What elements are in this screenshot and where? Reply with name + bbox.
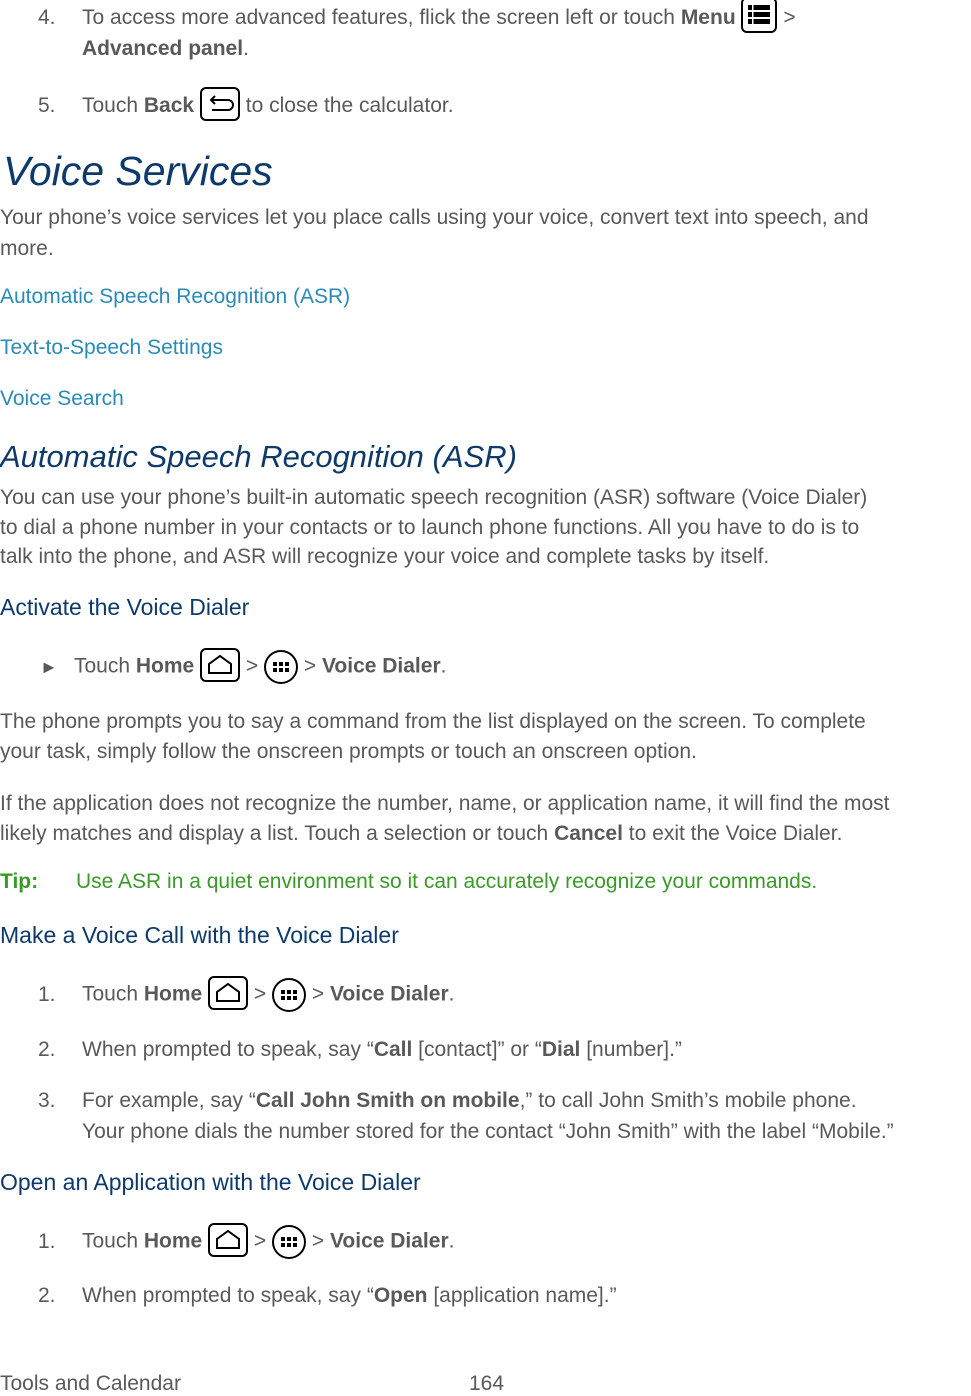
apps-icon — [264, 650, 299, 684]
home-label: Home — [143, 1229, 203, 1253]
step-number: 5. — [38, 94, 56, 117]
open-app-heading: Open an Application with the Voice Diale… — [0, 1169, 421, 1195]
back-label: Back — [143, 94, 195, 117]
asr-para-line-2: to dial a phone number in your contacts … — [0, 516, 860, 539]
activate-para2-line-2: likely matches and display a list. Touch… — [0, 822, 843, 845]
home-icon — [208, 976, 249, 1010]
step-number: 1. — [38, 1229, 56, 1253]
dial-label: Dial — [541, 1038, 581, 1061]
apps-icon — [272, 1225, 307, 1259]
voice-call-heading: Make a Voice Call with the Voice Dialer — [0, 922, 399, 948]
home-icon — [200, 648, 241, 682]
home-label: Home — [135, 654, 195, 678]
step-number: 2. — [38, 1284, 56, 1307]
step-number: 3. — [38, 1089, 56, 1112]
voice-call-step-1: 1. Touch Home > > Voice Dialer. — [38, 976, 454, 1012]
step-number: 4. — [38, 6, 56, 29]
tip-text: Use ASR in a quiet environment so it can… — [76, 870, 818, 893]
voice-dialer-label: Voice Dialer — [329, 1229, 449, 1253]
activate-para1-line-2: your task, simply follow the onscreen pr… — [0, 740, 697, 763]
activate-step: ► Touch Home > > Voice Dialer. — [40, 648, 446, 684]
menu-icon — [741, 0, 778, 34]
open-label: Open — [373, 1284, 428, 1307]
step-4-continued: Advanced panel. — [82, 37, 249, 60]
advanced-panel-label: Advanced panel — [82, 37, 244, 60]
link-asr[interactable]: Automatic Speech Recognition (ASR) — [0, 285, 350, 309]
link-text-to-speech-settings[interactable]: Text-to-Speech Settings — [0, 336, 223, 360]
activate-para1-line-1: The phone prompts you to say a command f… — [0, 710, 866, 733]
apps-icon — [272, 978, 307, 1012]
open-app-step-1: 1. Touch Home > > Voice Dialer. — [38, 1223, 454, 1259]
voice-services-title: Voice Services — [3, 148, 273, 194]
voice-call-step-2: 2. When prompted to speak, say “Call [con… — [38, 1034, 682, 1065]
asr-title: Automatic Speech Recognition (ASR) — [0, 439, 517, 474]
tip-label: Tip: — [0, 870, 39, 893]
activate-para2-line-1: If the application does not recognize th… — [0, 792, 890, 815]
footer-section: Tools and Calendar — [0, 1372, 181, 1395]
menu-label: Menu — [680, 6, 736, 29]
back-icon — [199, 87, 240, 122]
home-icon — [208, 1223, 249, 1257]
activate-heading: Activate the Voice Dialer — [0, 594, 250, 620]
voice-services-intro-line-1: Your phone’s voice services let you plac… — [0, 206, 869, 229]
example-label: Call John Smith on mobile — [255, 1089, 520, 1112]
footer-page-number: 164 — [469, 1372, 505, 1395]
step-5: 5. Touch Back to close the calculator. — [38, 87, 454, 122]
step-4: 4. To access more advanced features, flic… — [38, 0, 796, 34]
voice-dialer-label: Voice Dialer — [321, 654, 441, 678]
open-app-step-2: 2. When prompted to speak, say “Open [app… — [38, 1280, 617, 1311]
home-label: Home — [143, 982, 203, 1006]
voice-services-intro-line-2: more. — [0, 237, 54, 260]
step-number: 1. — [38, 982, 56, 1006]
asr-para-line-1: You can use your phone’s built-in automa… — [0, 486, 868, 509]
tip: Tip: Use ASR in a quiet environment so it… — [0, 870, 817, 894]
call-label: Call — [373, 1038, 413, 1061]
step-number: 2. — [38, 1038, 56, 1061]
bullet-arrow-icon: ► — [40, 656, 58, 677]
asr-para-line-3: talk into the phone, and ASR will recogn… — [0, 545, 770, 568]
voice-call-step-3-line-2: Your phone dials the number stored for t… — [82, 1120, 894, 1143]
cancel-label: Cancel — [554, 822, 623, 845]
voice-dialer-label: Voice Dialer — [329, 982, 449, 1006]
voice-call-step-3: 3. For example, say “Call John Smith on m… — [38, 1085, 857, 1116]
link-voice-search[interactable]: Voice Search — [0, 387, 124, 411]
